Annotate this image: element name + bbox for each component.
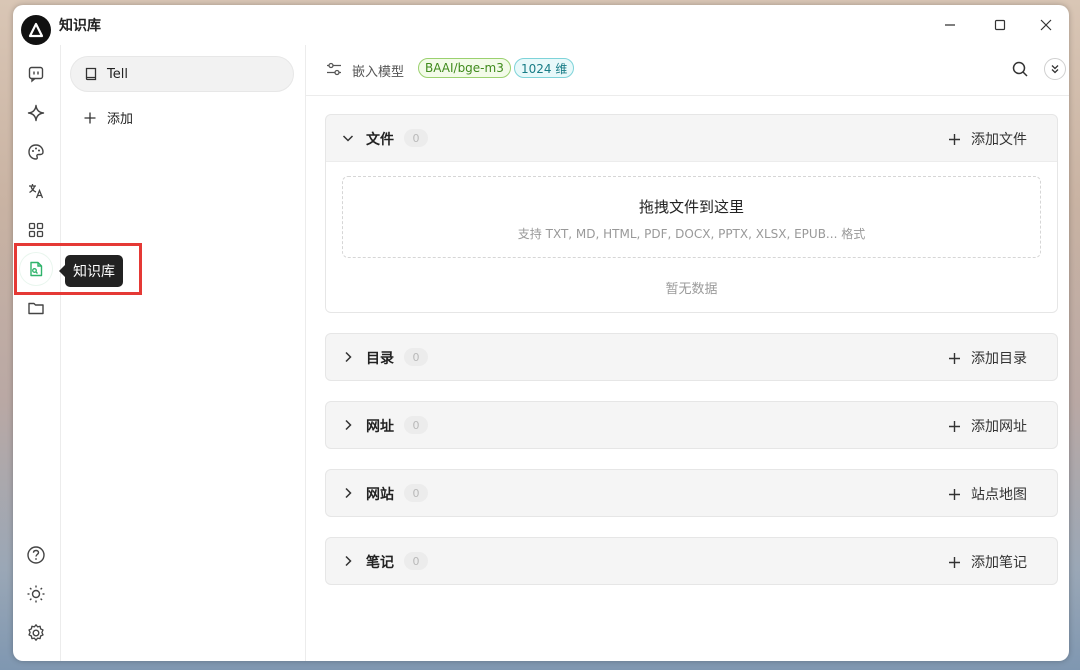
rail-theme[interactable] bbox=[19, 577, 53, 611]
add-url-label: 添加网址 bbox=[971, 419, 1027, 435]
section-url[interactable]: 网址 0 添加网址 bbox=[325, 401, 1058, 449]
section-directory-header[interactable]: 目录 0 添加目录 bbox=[326, 334, 1057, 380]
icon-rail bbox=[13, 45, 61, 661]
plus-icon bbox=[949, 488, 960, 500]
section-notes-header[interactable]: 笔记 0 添加笔记 bbox=[326, 538, 1057, 584]
section-files: 文件 0 添加文件 拖拽文件到这里 支持 TXT, MD, HTML, PDF,… bbox=[325, 114, 1058, 313]
chevron-right-icon bbox=[345, 351, 352, 363]
file-dropzone[interactable]: 拖拽文件到这里 支持 TXT, MD, HTML, PDF, DOCX, PPT… bbox=[342, 176, 1041, 258]
add-note-label: 添加笔记 bbox=[971, 555, 1027, 571]
plus-icon bbox=[949, 352, 960, 364]
add-directory-button[interactable]: 添加目录 bbox=[948, 348, 1027, 368]
rail-help[interactable] bbox=[19, 538, 53, 572]
section-website-header[interactable]: 网站 0 站点地图 bbox=[326, 470, 1057, 516]
palette-icon bbox=[28, 144, 44, 160]
chevron-down-icon bbox=[342, 135, 354, 142]
section-notes[interactable]: 笔记 0 添加笔记 bbox=[325, 537, 1058, 585]
add-url-button[interactable]: 添加网址 bbox=[948, 416, 1027, 436]
rail-chat[interactable] bbox=[19, 57, 53, 91]
sliders-icon bbox=[327, 62, 341, 76]
chevron-right-icon bbox=[345, 487, 352, 499]
dropzone-title: 拖拽文件到这里 bbox=[638, 198, 744, 216]
empty-state-text: 暂无数据 bbox=[665, 282, 718, 297]
rail-settings[interactable] bbox=[19, 616, 53, 650]
gear-icon bbox=[28, 624, 44, 641]
minimize-button[interactable] bbox=[933, 13, 967, 37]
add-kb-button[interactable]: 添加 bbox=[83, 108, 133, 127]
maximize-icon bbox=[994, 19, 1006, 31]
chevron-right-icon bbox=[345, 555, 352, 567]
section-title: 目录 bbox=[366, 351, 394, 367]
section-title: 网址 bbox=[366, 419, 394, 435]
app-title: 知识库 bbox=[59, 18, 101, 34]
main-header: 嵌入模型 BAAI/bge-m3 1024 维 bbox=[306, 45, 1069, 96]
collapse-all-button[interactable] bbox=[1044, 58, 1066, 80]
app-logo-icon bbox=[21, 15, 51, 45]
minimize-icon bbox=[945, 24, 955, 26]
add-file-button[interactable]: 添加文件 bbox=[948, 129, 1027, 149]
chevron-right-icon bbox=[345, 419, 352, 431]
close-button[interactable] bbox=[1029, 13, 1063, 37]
embedding-settings-button[interactable] bbox=[325, 60, 343, 82]
rail-translate[interactable] bbox=[19, 174, 53, 208]
section-count-badge: 0 bbox=[404, 552, 428, 570]
rail-paint[interactable] bbox=[19, 135, 53, 169]
add-directory-label: 添加目录 bbox=[971, 351, 1027, 367]
section-title: 笔记 bbox=[366, 555, 394, 571]
dropzone-supported-formats: 支持 TXT, MD, HTML, PDF, DOCX, PPTX, XLSX,… bbox=[517, 227, 866, 241]
search-button[interactable] bbox=[1008, 57, 1032, 81]
double-chevron-down-icon bbox=[1051, 65, 1059, 74]
search-icon bbox=[1012, 61, 1028, 77]
add-note-button[interactable]: 添加笔记 bbox=[948, 552, 1027, 572]
sitemap-label: 站点地图 bbox=[971, 487, 1027, 503]
sun-icon bbox=[27, 585, 45, 603]
grid-icon bbox=[28, 222, 44, 238]
section-count-badge: 0 bbox=[404, 416, 428, 434]
rail-apps[interactable] bbox=[19, 213, 53, 247]
title-bar: 知识库 bbox=[13, 5, 1069, 45]
knowledge-base-list: Tell 添加 bbox=[61, 45, 306, 661]
section-count-badge: 0 bbox=[404, 348, 428, 366]
model-tag: BAAI/bge-m3 bbox=[418, 58, 511, 78]
main-content: 嵌入模型 BAAI/bge-m3 1024 维 文件 0 添加文件 拖拽文件到这… bbox=[306, 45, 1069, 661]
plus-icon bbox=[949, 420, 960, 432]
sitemap-button[interactable]: 站点地图 bbox=[948, 484, 1027, 504]
plus-icon bbox=[949, 556, 960, 568]
section-title: 文件 bbox=[366, 132, 394, 148]
add-file-label: 添加文件 bbox=[971, 132, 1027, 148]
section-title: 网站 bbox=[366, 487, 394, 503]
section-count-badge: 0 bbox=[404, 129, 428, 147]
section-website[interactable]: 网站 0 站点地图 bbox=[325, 469, 1058, 517]
folder-icon bbox=[28, 302, 44, 315]
book-icon bbox=[85, 67, 97, 81]
section-directory[interactable]: 目录 0 添加目录 bbox=[325, 333, 1058, 381]
kb-item-label: Tell bbox=[107, 66, 128, 82]
sparkle-icon bbox=[27, 104, 45, 122]
rail-files[interactable] bbox=[19, 291, 53, 325]
plus-icon bbox=[84, 112, 96, 123]
translate-icon bbox=[29, 184, 44, 199]
highlight-box bbox=[14, 243, 142, 295]
add-kb-label: 添加 bbox=[107, 112, 134, 127]
app-window: 知识库 知识库 Tell 添加 嵌入模型 BAAI/bge-m3 1024 维 … bbox=[13, 5, 1069, 661]
rail-agents[interactable] bbox=[19, 96, 53, 130]
dimension-tag: 1024 维 bbox=[514, 58, 575, 78]
close-icon bbox=[1040, 19, 1052, 31]
section-count-badge: 0 bbox=[404, 484, 428, 502]
section-files-header[interactable]: 文件 0 添加文件 bbox=[326, 115, 1057, 161]
chat-icon bbox=[28, 66, 44, 83]
help-icon bbox=[27, 546, 45, 564]
plus-icon bbox=[949, 133, 960, 145]
kb-item-tell[interactable]: Tell bbox=[70, 56, 294, 92]
section-files-body: 拖拽文件到这里 支持 TXT, MD, HTML, PDF, DOCX, PPT… bbox=[326, 161, 1057, 312]
embedding-model-label: 嵌入模型 bbox=[352, 65, 405, 80]
maximize-button[interactable] bbox=[983, 13, 1017, 37]
section-url-header[interactable]: 网址 0 添加网址 bbox=[326, 402, 1057, 448]
